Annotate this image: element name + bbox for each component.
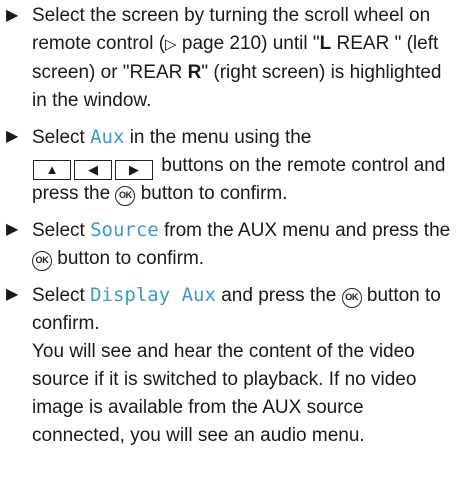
step-text: and press the — [215, 285, 342, 306]
menu-item-source: Source — [90, 219, 159, 241]
step-text: Select — [32, 127, 91, 148]
instruction-step-select-screen: ▶ Select the screen by turning the scrol… — [6, 2, 455, 115]
ok-button-icon: OK — [341, 288, 362, 308]
left-screen-letter: L — [319, 33, 332, 54]
up-arrow-key-icon: ▲ — [33, 160, 71, 180]
step-text: Select — [32, 220, 91, 241]
right-screen-letter: R — [187, 62, 202, 83]
instruction-step-select-aux: ▶ Select Aux in the menu using the ▲ ◀ ▶ bu… — [6, 123, 455, 208]
bullet-arrow-icon: ▶ — [6, 221, 19, 238]
instruction-step-display-aux: ▶ Select Display Aux and press the OK bu… — [6, 281, 455, 450]
bullet-arrow-icon: ▶ — [6, 286, 19, 303]
instruction-step-select-source: ▶ Select Source from the AUX menu and pr… — [6, 216, 455, 273]
menu-item-display-aux: Display Aux — [90, 284, 216, 306]
bullet-arrow-icon: ▶ — [6, 128, 19, 145]
step-text: button to confirm. — [52, 248, 205, 269]
left-arrow-key-icon: ◀ — [74, 160, 112, 180]
ok-button-icon: OK — [115, 186, 136, 206]
remote-arrow-keys: ▲ ◀ ▶ — [33, 152, 156, 180]
bullet-arrow-icon: ▶ — [6, 7, 19, 24]
menu-item-aux: Aux — [90, 126, 125, 148]
step-text: in the menu using the — [124, 127, 312, 148]
step-text: from the AUX menu and press the — [158, 220, 451, 241]
step-text: button to confirm. — [135, 183, 288, 204]
right-arrow-key-icon: ▶ — [115, 160, 153, 180]
page-reference-icon: ▷ — [165, 36, 177, 53]
instruction-page: ▶ Select the screen by turning the scrol… — [0, 0, 461, 490]
step-result-text: You will see and hear the content of the… — [32, 341, 417, 446]
ok-button-icon: OK — [32, 251, 52, 271]
step-text: Select — [32, 285, 91, 306]
step-text: page 210) until " — [176, 33, 320, 54]
